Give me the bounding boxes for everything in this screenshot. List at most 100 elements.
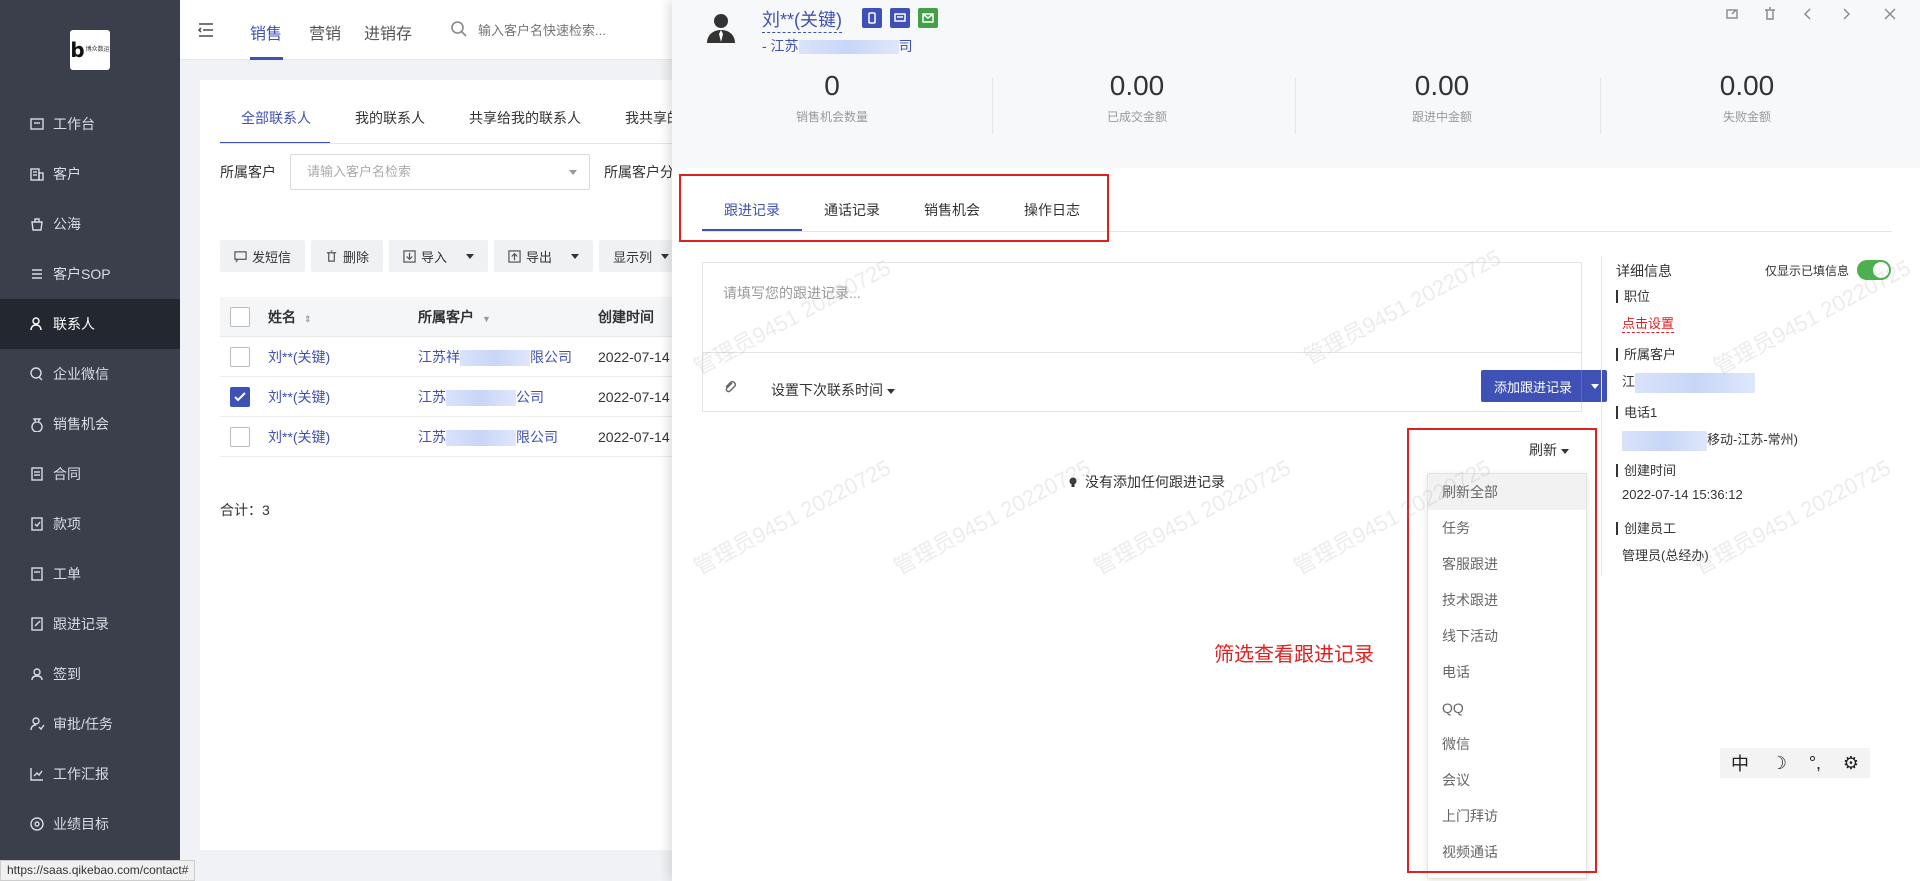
sidebar-item-opportunity[interactable]: 销售机会 (0, 399, 180, 449)
payment-icon (28, 515, 46, 533)
stat-value: 0 (824, 70, 840, 101)
sms-icon[interactable] (890, 8, 910, 28)
sidebar-item-approval[interactable]: 审批/任务 (0, 699, 180, 749)
top-tab-sales[interactable]: 销售 (250, 20, 282, 44)
contact-name-link[interactable]: 刘**(关键) (268, 347, 418, 367)
send-sms-button[interactable]: 发短信 (220, 240, 306, 272)
avatar (704, 10, 738, 44)
contact-name[interactable]: 刘**(关键) (762, 6, 842, 33)
row-checkbox[interactable] (230, 346, 250, 367)
select-all-checkbox[interactable] (230, 306, 250, 327)
subtab-shared-to-me[interactable]: 共享给我的联系人 (469, 108, 581, 128)
table-total: 合计：3 (220, 502, 270, 518)
attachment-icon[interactable] (723, 379, 739, 395)
ime-toolbar: 中 ☽ °, ⚙ (1720, 748, 1870, 778)
building-icon (28, 165, 46, 183)
moon-icon[interactable]: ☽ (1771, 753, 1787, 774)
field-label: 创建员工 (1616, 522, 1886, 535)
phone-value: 移动-江苏-常州) (1616, 429, 1886, 451)
top-tab-inventory[interactable]: 进销存 (364, 20, 412, 44)
customer-link[interactable]: 江 (1616, 371, 1886, 393)
target-icon (28, 815, 46, 833)
column-header-customer[interactable]: 所属客户 ▼ (418, 307, 598, 327)
sidebar-item-followup[interactable]: 跟进记录 (0, 599, 180, 649)
sidebar-item-payment[interactable]: 款项 (0, 499, 180, 549)
trash-icon (326, 249, 337, 262)
columns-label: 显示列 (613, 249, 653, 265)
contact-company[interactable]: - 江苏 司 (762, 36, 913, 56)
app-logo[interactable]: b 博众数运 (70, 30, 110, 70)
sidebar-item-workbench[interactable]: 工作台 (0, 99, 180, 149)
gear-icon[interactable]: ⚙ (1843, 753, 1859, 774)
sidebar-item-label: 业绩目标 (53, 816, 109, 832)
table-row[interactable]: 刘**(关键) 江苏 公司 2022-07-14 (220, 377, 690, 417)
filter-label-customer-group: 所属客户分 (604, 164, 674, 180)
redacted-text (446, 389, 516, 406)
field-customer: 所属客户 江 (1616, 348, 1886, 393)
sidebar-item-contract[interactable]: 合同 (0, 449, 180, 499)
customer-link[interactable]: 江苏 限公司 (418, 427, 598, 447)
sidebar-item-checkin[interactable]: 签到 (0, 649, 180, 699)
customer-filter-select[interactable]: 请输入客户名检索 (290, 154, 590, 190)
export-button[interactable]: 导出 (494, 240, 594, 272)
stat-opportunity-count: 0 销售机会数量 (682, 70, 982, 125)
row-checkbox[interactable] (230, 386, 250, 407)
contact-name-link[interactable]: 刘**(关键) (268, 427, 418, 447)
columns-button[interactable]: 显示列 (599, 240, 684, 272)
filter-caret-icon[interactable]: ▼ (482, 314, 491, 324)
ime-chinese-mode[interactable]: 中 (1731, 750, 1749, 776)
stat-won-amount: 0.00 已成交金额 (987, 70, 1287, 125)
sidebar-item-customer[interactable]: 客户 (0, 149, 180, 199)
sidebar-item-label: 签到 (53, 666, 81, 682)
field-creator: 创建员工 管理员(总经办) (1616, 522, 1886, 564)
contacts-table: 姓名 ⇕ 所属客户 ▼ 创建时间 刘**(关键) 江苏祥 限公司 2022-07-14… (220, 297, 690, 457)
sidebar-item-sop[interactable]: 客户SOP (0, 249, 180, 299)
share-icon[interactable] (1722, 4, 1742, 24)
company-prefix: - 江苏 (762, 38, 799, 54)
table-row[interactable]: 刘**(关键) 江苏祥 限公司 2022-07-14 (220, 337, 690, 377)
customer-link[interactable]: 江苏祥 限公司 (418, 347, 598, 367)
import-button[interactable]: 导入 (389, 240, 489, 272)
phone-suffix: 移动-江苏-常州) (1707, 432, 1798, 447)
top-tab-marketing[interactable]: 营销 (309, 20, 341, 44)
redacted-text (1635, 372, 1756, 393)
followup-textarea[interactable] (703, 263, 1581, 353)
drawer-header: 刘**(关键) - 江苏 司 0 销售机会数量 0.00 已成交金额 0.00 跟进中金… (672, 0, 1920, 168)
add-followup-button[interactable]: 添加跟进记录 (1481, 370, 1607, 402)
sidebar-item-ticket[interactable]: 工单 (0, 549, 180, 599)
close-icon[interactable] (1880, 4, 1900, 24)
customer-link[interactable]: 江苏 公司 (418, 387, 598, 407)
sidebar-item-pool[interactable]: 公海 (0, 199, 180, 249)
row-checkbox[interactable] (230, 426, 250, 447)
contact-name-link[interactable]: 刘**(关键) (268, 387, 418, 407)
check-icon (234, 391, 246, 401)
ticket-icon (28, 565, 46, 583)
sort-icon[interactable]: ⇕ (304, 314, 312, 325)
punctuation-icon[interactable]: °, (1809, 753, 1821, 774)
trash-icon[interactable] (1760, 4, 1780, 24)
chevron-left-icon[interactable] (1798, 4, 1818, 24)
column-header-name[interactable]: 姓名 ⇕ (268, 307, 418, 327)
mobile-phone-icon[interactable] (862, 8, 882, 28)
chevron-right-icon[interactable] (1836, 4, 1856, 24)
sidebar-nav: 工作台 客户 公海 客户SOP 联系人 企业微信 销售机会 合同 款项 工单 跟… (0, 99, 180, 849)
delete-button[interactable]: 删除 (311, 240, 384, 272)
watermark: 管理员9451 20220725 (889, 454, 1095, 580)
next-contact-time-dropdown[interactable]: 设置下次联系时间 (771, 380, 895, 400)
sidebar-item-contacts[interactable]: 联系人 (0, 299, 180, 349)
stat-label: 失败金额 (1722, 110, 1771, 124)
stat-label: 已成交金额 (1106, 110, 1167, 124)
subtab-all-contacts[interactable]: 全部联系人 (241, 108, 311, 128)
email-icon[interactable] (918, 8, 938, 28)
redacted-text (460, 349, 530, 366)
menu-collapse-icon[interactable] (196, 20, 216, 40)
position-set-link[interactable]: 点击设置 (1622, 313, 1675, 333)
show-filled-only-toggle[interactable] (1857, 260, 1891, 280)
search-icon[interactable] (450, 20, 468, 38)
table-row[interactable]: 刘**(关键) 江苏 限公司 2022-07-14 (220, 417, 690, 457)
sidebar-item-wecom[interactable]: 企业微信 (0, 349, 180, 399)
sidebar-item-target[interactable]: 业绩目标 (0, 799, 180, 849)
field-label: 所属客户 (1616, 348, 1886, 361)
subtab-my-contacts[interactable]: 我的联系人 (355, 108, 425, 128)
sidebar-item-report[interactable]: 工作汇报 (0, 749, 180, 799)
